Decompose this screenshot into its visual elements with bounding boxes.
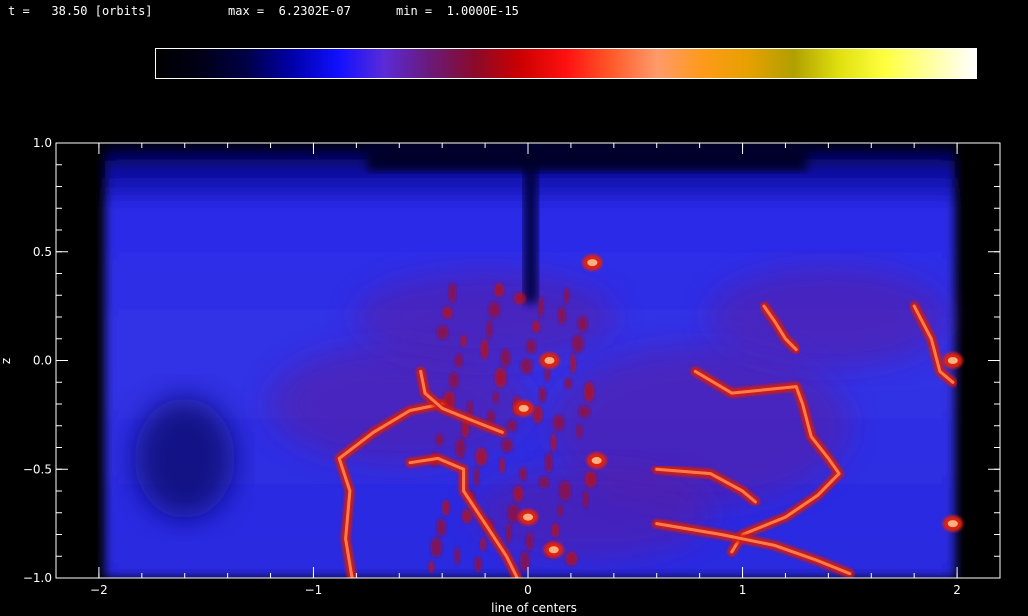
hot-blob-core: [947, 357, 958, 364]
turbulent-speck: [488, 301, 501, 318]
heatmap-plot: −2 −1 0 1 2 −1.0 −0.5 0.0 0.5 1.0 line of centers…: [0, 136, 1001, 615]
turbulent-speck: [428, 561, 435, 574]
top-dark-band: [367, 143, 808, 171]
x-tick-label: 1: [739, 583, 747, 597]
x-tick-label: 2: [953, 583, 961, 597]
turbulent-speck: [537, 296, 544, 317]
turbulent-speck: [576, 424, 583, 439]
turbulent-speck: [436, 325, 449, 340]
turbulent-speck: [473, 466, 480, 487]
turbulent-speck: [538, 386, 547, 403]
hot-blob-core: [518, 404, 529, 412]
turbulent-speck: [525, 532, 534, 551]
hot-blob-core: [523, 513, 533, 521]
x-tick-label: −2: [90, 583, 108, 597]
turbulent-speck: [519, 466, 528, 481]
y-tick-label: 0.5: [33, 245, 52, 259]
turbulent-speck: [475, 447, 488, 466]
turbulent-speck: [532, 320, 541, 333]
turbulent-speck: [544, 452, 553, 473]
turbulent-speck: [557, 504, 564, 517]
turbulent-speck: [499, 457, 506, 474]
turbulent-speck: [430, 537, 443, 558]
turbulent-speck: [501, 438, 514, 453]
turbulent-speck: [500, 348, 511, 367]
turbulent-speck: [507, 504, 520, 523]
turbulent-speck: [494, 367, 507, 388]
turbulent-speck: [550, 433, 557, 452]
turbulent-speck: [506, 419, 517, 432]
x-axis-label: line of centers: [491, 601, 577, 615]
turbulent-speck: [539, 476, 550, 489]
turbulent-speck: [565, 551, 578, 566]
turbulent-speck: [492, 391, 499, 404]
y-tick-label: −1.0: [23, 571, 52, 585]
turbulent-speck: [442, 306, 453, 319]
y-tick-label: 1.0: [33, 136, 52, 150]
hot-blob-core: [544, 357, 555, 364]
turbulent-speck: [479, 537, 486, 552]
y-axis-label: z: [0, 358, 13, 364]
turbulent-speck: [578, 405, 591, 418]
turbulent-speck: [582, 490, 589, 509]
x-tick-label: 0: [524, 583, 532, 597]
turbulent-speck: [552, 414, 565, 431]
turbulent-speck: [455, 438, 466, 459]
turbulent-speck: [551, 523, 560, 538]
heatmap-field: [56, 143, 1000, 578]
turbulent-speck: [474, 556, 483, 573]
dark-patch: [134, 398, 235, 519]
turbulent-speck: [441, 499, 450, 516]
turbulent-speck: [571, 334, 584, 353]
turbulent-speck: [513, 485, 524, 502]
turbulent-speck: [532, 405, 543, 424]
turbulent-speck: [584, 381, 595, 402]
turbulent-speck: [494, 283, 505, 298]
purple-region: [269, 344, 530, 464]
turbulent-speck: [460, 334, 467, 347]
turbulent-speck: [448, 372, 459, 389]
x-tick-label: −1: [305, 583, 323, 597]
turbulent-speck: [577, 315, 588, 332]
turbulent-speck: [544, 367, 551, 382]
turbulent-speck: [526, 339, 537, 354]
y-tick-label: 0.0: [33, 354, 52, 368]
turbulent-speck: [559, 480, 572, 501]
y-tick-label: −0.5: [23, 462, 52, 476]
turbulent-speck: [513, 292, 526, 305]
turbulent-speck: [480, 339, 489, 360]
turbulent-speck: [486, 320, 493, 339]
turbulent-speck: [564, 377, 573, 390]
hot-blob-core: [548, 546, 559, 554]
turbulent-speck: [448, 282, 457, 303]
turbulent-speck: [436, 518, 447, 537]
turbulent-speck: [454, 353, 463, 368]
hot-blob-core: [587, 259, 598, 267]
hot-blob-core: [947, 520, 958, 528]
turbulent-speck: [435, 433, 444, 446]
turbulent-speck: [454, 546, 461, 565]
turbulent-speck: [461, 509, 472, 524]
hot-blob-core: [591, 457, 602, 465]
turbulent-speck: [505, 523, 512, 544]
purple-region: [708, 267, 949, 367]
turbulent-speck: [570, 353, 577, 374]
turbulent-speck: [563, 287, 570, 304]
turbulent-speck: [584, 471, 597, 488]
turbulent-speck: [520, 358, 533, 375]
turbulent-speck: [557, 306, 566, 325]
